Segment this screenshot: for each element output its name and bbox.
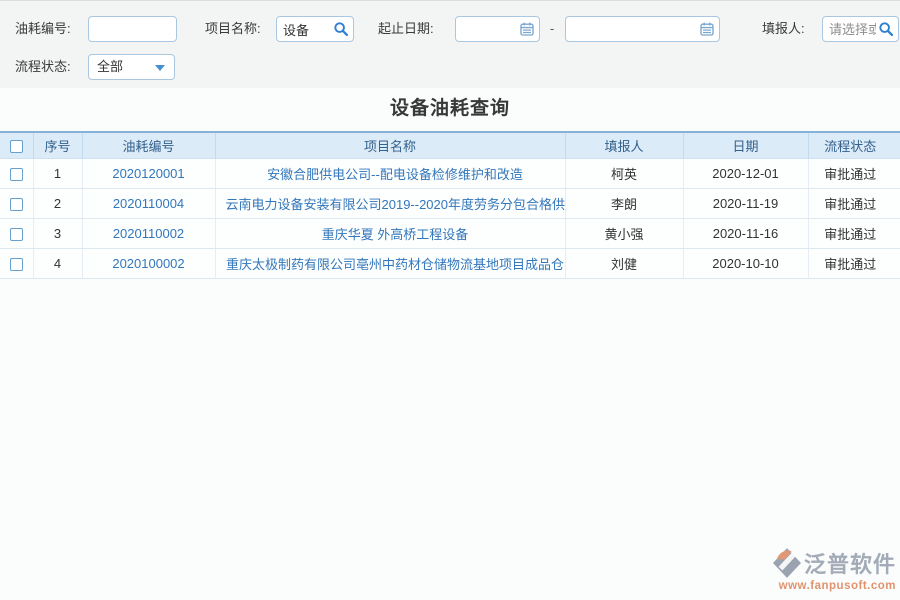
row-date: 2020-12-01 <box>683 158 808 188</box>
select-all-cell <box>0 132 33 158</box>
search-icon[interactable] <box>333 21 349 37</box>
table-header-row: 序号 油耗编号 项目名称 填报人 日期 流程状态 <box>0 132 900 158</box>
reporter-name: 刘健 <box>565 248 683 278</box>
table-row: 2 2020110004 云南电力设备安装有限公司2019--2020年度劳务分… <box>0 188 900 218</box>
search-icon[interactable] <box>878 21 894 37</box>
table-row: 1 2020120001 安徽合肥供电公司--配电设备检修维护和改造 柯英 20… <box>0 158 900 188</box>
date-range-separator: - <box>539 16 565 42</box>
table-row: 3 2020110002 重庆华夏 外高桥工程设备 黄小强 2020-11-16… <box>0 218 900 248</box>
fuel-no-link[interactable]: 2020110002 <box>113 226 184 241</box>
project-link[interactable]: 重庆太极制药有限公司亳州中药材仓储物流基地项目成品仓 <box>226 257 564 272</box>
chevron-down-icon <box>155 65 165 71</box>
status-select[interactable]: 全部 <box>88 54 175 80</box>
fuel-no-link[interactable]: 2020120001 <box>112 166 184 181</box>
row-checkbox[interactable] <box>10 168 23 181</box>
reporter-label: 填报人: <box>762 16 805 42</box>
project-link[interactable]: 安徽合肥供电公司--配电设备检修维护和改造 <box>267 167 523 182</box>
row-no: 3 <box>33 218 82 248</box>
date-to-input[interactable] <box>565 16 720 42</box>
fuel-no-link[interactable]: 2020110004 <box>113 196 184 211</box>
filter-bar: 油耗编号: 项目名称: 起止日期: - <box>0 0 900 88</box>
reporter-name: 黄小强 <box>565 218 683 248</box>
project-name-label: 项目名称: <box>205 16 261 42</box>
fanpu-logo-icon <box>773 548 801 578</box>
row-checkbox[interactable] <box>10 258 23 271</box>
select-all-checkbox[interactable] <box>10 140 23 153</box>
row-date: 2020-10-10 <box>683 248 808 278</box>
date-range-label: 起止日期: <box>378 16 434 42</box>
project-link[interactable]: 重庆华夏 外高桥工程设备 <box>322 227 469 242</box>
vendor-name: 泛普软件 <box>804 547 896 579</box>
status-select-value: 全部 <box>97 55 123 79</box>
row-date: 2020-11-16 <box>683 218 808 248</box>
calendar-icon[interactable] <box>699 21 715 37</box>
row-checkbox[interactable] <box>10 198 23 211</box>
vendor-watermark: 泛普软件 www.fanpusoft.com <box>750 547 896 592</box>
row-no: 1 <box>33 158 82 188</box>
status-badge: 审批通过 <box>808 248 900 278</box>
row-checkbox[interactable] <box>10 228 23 241</box>
reporter-name: 柯英 <box>565 158 683 188</box>
fuel-no-label: 油耗编号: <box>15 16 71 42</box>
header-reporter: 填报人 <box>565 132 683 158</box>
reporter-name: 李朗 <box>565 188 683 218</box>
calendar-icon[interactable] <box>519 21 535 37</box>
row-date: 2020-11-19 <box>683 188 808 218</box>
status-badge: 审批通过 <box>808 188 900 218</box>
page-title: 设备油耗查询 <box>0 93 900 120</box>
header-fuel-no: 油耗编号 <box>82 132 215 158</box>
fuel-consumption-table: 序号 油耗编号 项目名称 填报人 日期 流程状态 1 2020120001 安徽… <box>0 131 900 279</box>
status-badge: 审批通过 <box>808 218 900 248</box>
row-no: 2 <box>33 188 82 218</box>
row-no: 4 <box>33 248 82 278</box>
header-no: 序号 <box>33 132 82 158</box>
table-row: 4 2020100002 重庆太极制药有限公司亳州中药材仓储物流基地项目成品仓 … <box>0 248 900 278</box>
fuel-no-input[interactable] <box>88 16 177 42</box>
header-project: 项目名称 <box>215 132 565 158</box>
status-label: 流程状态: <box>15 54 71 80</box>
project-link[interactable]: 云南电力设备安装有限公司2019--2020年度劳务分包合格供 <box>226 197 566 212</box>
fuel-no-link[interactable]: 2020100002 <box>112 256 184 271</box>
header-status: 流程状态 <box>808 132 900 158</box>
header-date: 日期 <box>683 132 808 158</box>
status-badge: 审批通过 <box>808 158 900 188</box>
vendor-url: www.fanpusoft.com <box>750 580 896 592</box>
